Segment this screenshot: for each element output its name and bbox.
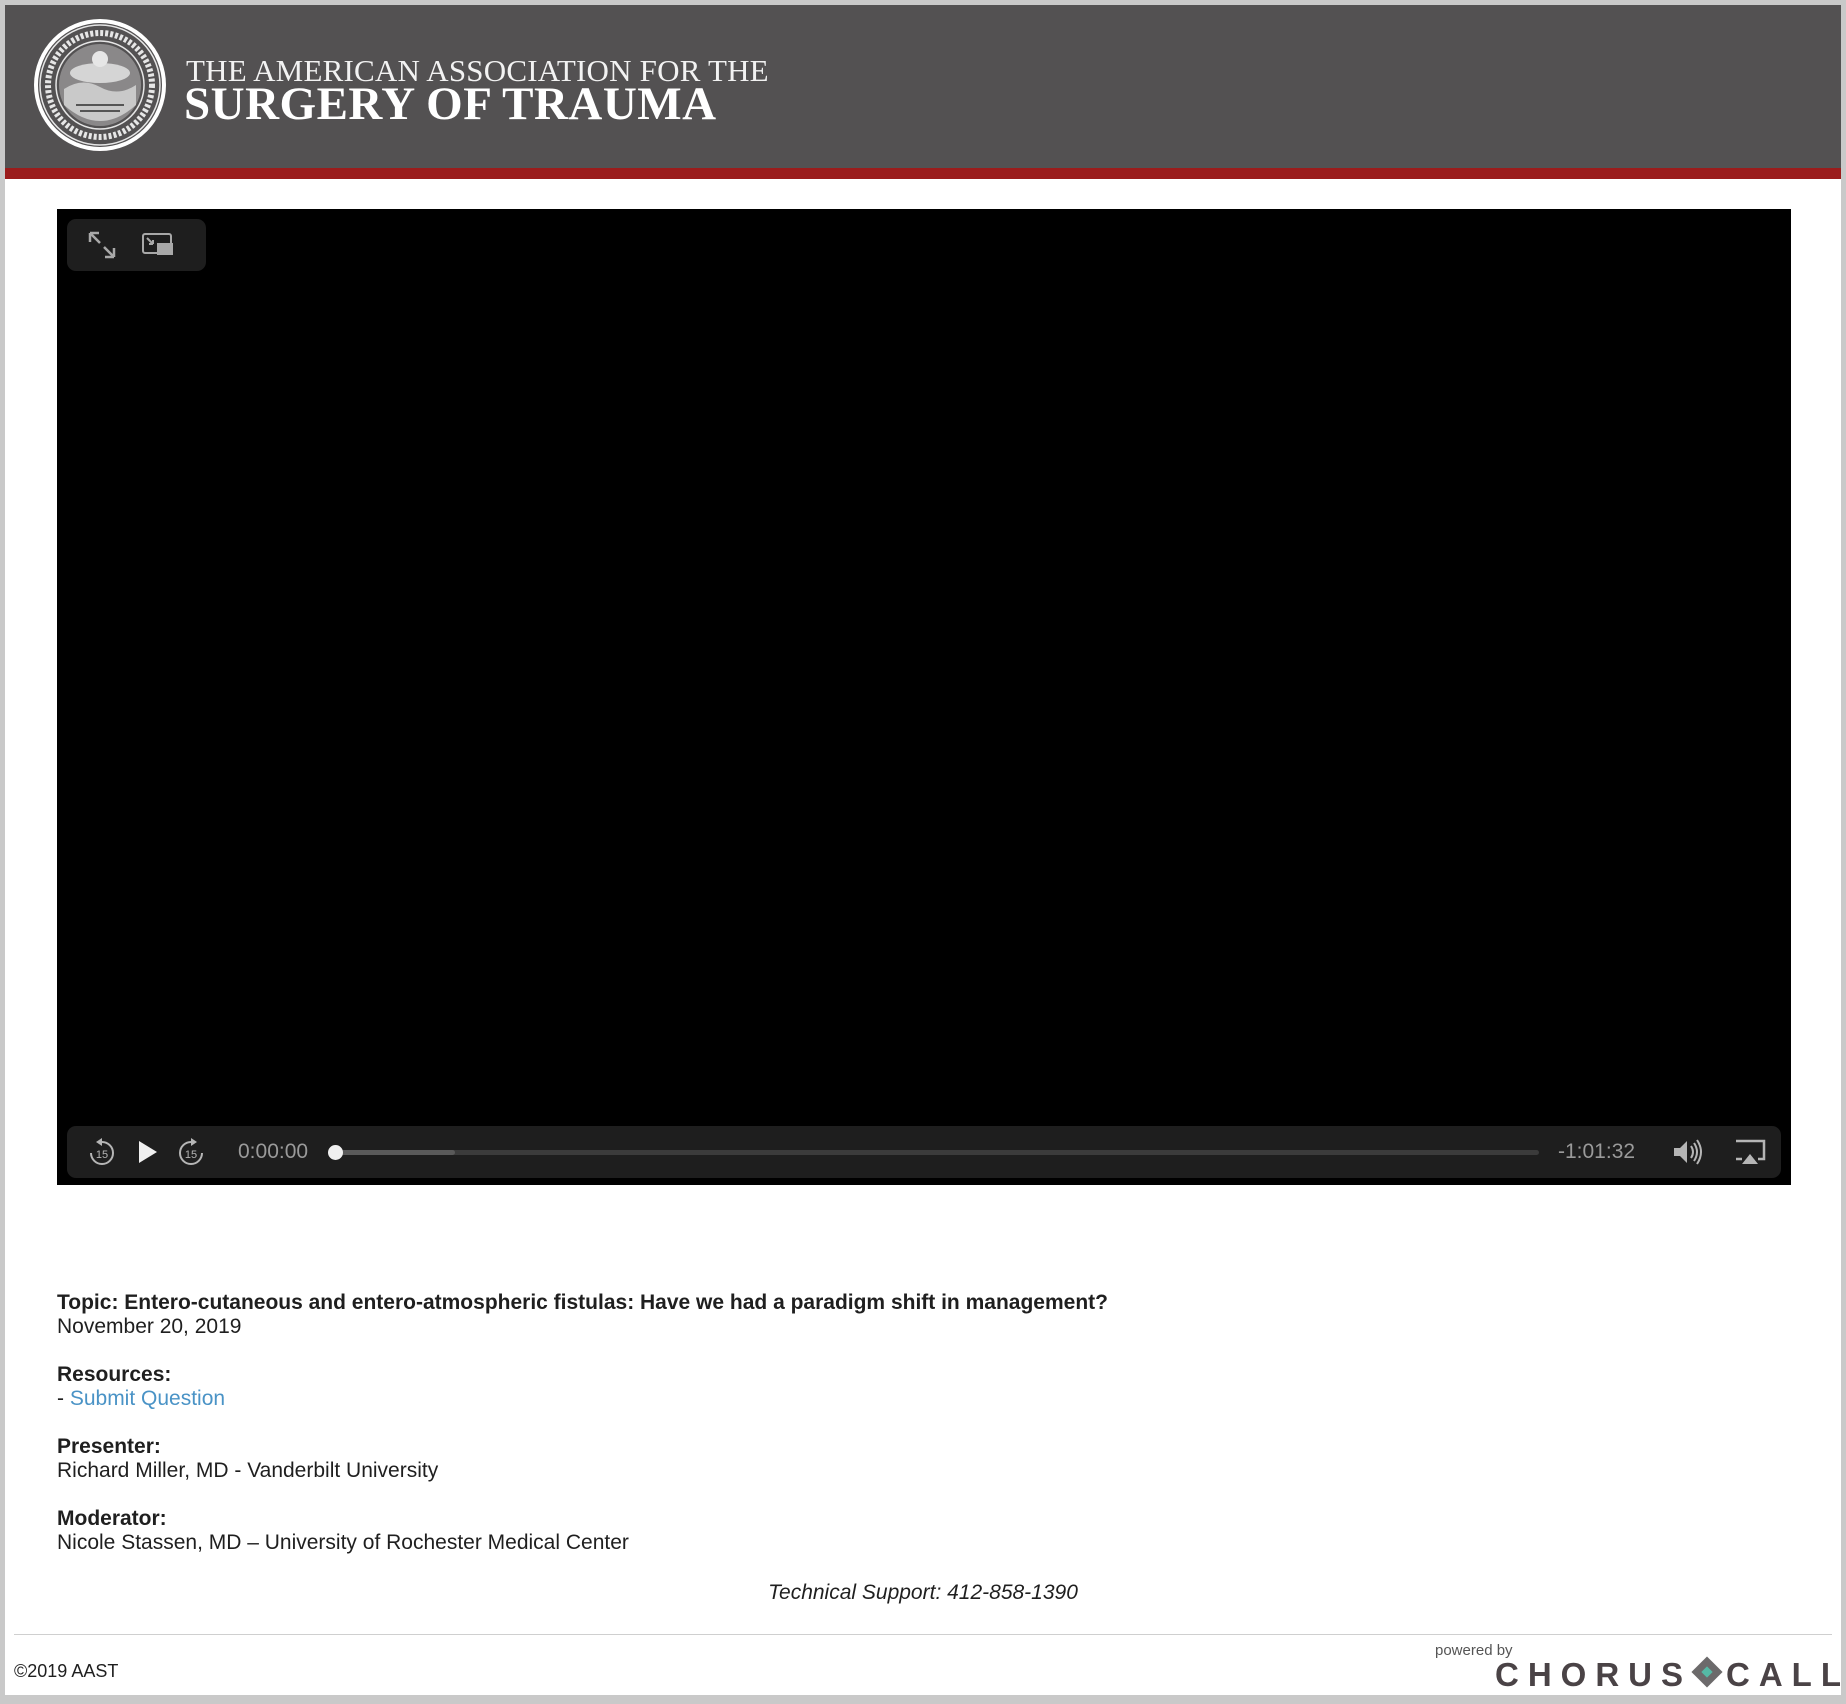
presenter-block: Presenter: Richard Miller, MD - Vanderbi… [57, 1435, 1757, 1483]
footer-divider [14, 1634, 1832, 1635]
fullscreen-icon[interactable] [84, 227, 120, 263]
resource-bullet: - [57, 1387, 70, 1410]
progress-scrubber[interactable] [328, 1145, 1539, 1160]
buffered-range [335, 1150, 456, 1155]
chorus-call-logo: CHORUSCALL® [1495, 1656, 1841, 1694]
elapsed-time: 0:00:00 [238, 1140, 309, 1163]
resources-label: Resources: [57, 1363, 172, 1386]
submit-question-link[interactable]: Submit Question [70, 1387, 225, 1410]
copyright: ©2019 AAST [14, 1661, 119, 1681]
skip-forward-15-icon[interactable]: 15 [173, 1134, 209, 1170]
video-player[interactable]: 15 15 0:00:00 -1:01:32 [57, 209, 1791, 1185]
technical-support: Technical Support: 412-858-1390 [768, 1581, 1078, 1604]
brand-part2: CALL [1726, 1656, 1841, 1693]
site-header: THE AMERICAN ASSOCIATION FOR THE SURGERY… [5, 5, 1841, 168]
presenter-name: Richard Miller, MD - Vanderbilt Universi… [57, 1459, 439, 1482]
presenter-label: Presenter: [57, 1435, 161, 1458]
player-bottom-controls: 15 15 0:00:00 -1:01:32 [67, 1126, 1781, 1178]
header-accent-stripe [5, 168, 1841, 179]
airplay-icon[interactable] [1732, 1134, 1768, 1170]
topic-block: Topic: Entero-cutaneous and entero-atmos… [57, 1291, 1757, 1339]
remaining-time: -1:01:32 [1558, 1140, 1636, 1163]
topic-title: Topic: Entero-cutaneous and entero-atmos… [57, 1291, 1108, 1314]
skip-back-label: 15 [96, 1149, 108, 1161]
resource-item: - Submit Question [57, 1387, 1757, 1411]
session-date: November 20, 2019 [57, 1315, 242, 1338]
player-top-controls [67, 219, 206, 271]
resources-block: Resources: - Submit Question [57, 1363, 1757, 1411]
brand-part1: CHORUS [1495, 1656, 1693, 1693]
skip-back-15-icon[interactable]: 15 [84, 1134, 120, 1170]
aast-seal-logo [34, 19, 166, 151]
session-info: Topic: Entero-cutaneous and entero-atmos… [57, 1291, 1757, 1579]
moderator-name: Nicole Stassen, MD – University of Roche… [57, 1531, 629, 1554]
skip-forward-label: 15 [185, 1149, 197, 1161]
page: THE AMERICAN ASSOCIATION FOR THE SURGERY… [5, 5, 1841, 1695]
scrubber-handle[interactable] [328, 1145, 343, 1160]
picture-in-picture-icon[interactable] [140, 227, 176, 263]
chorus-diamond-icon [1691, 1656, 1723, 1688]
volume-icon[interactable] [1669, 1134, 1705, 1170]
moderator-label: Moderator: [57, 1507, 167, 1530]
play-icon[interactable] [129, 1134, 165, 1170]
moderator-block: Moderator: Nicole Stassen, MD – Universi… [57, 1507, 1757, 1555]
org-name-line2: SURGERY OF TRAUMA [184, 78, 717, 130]
